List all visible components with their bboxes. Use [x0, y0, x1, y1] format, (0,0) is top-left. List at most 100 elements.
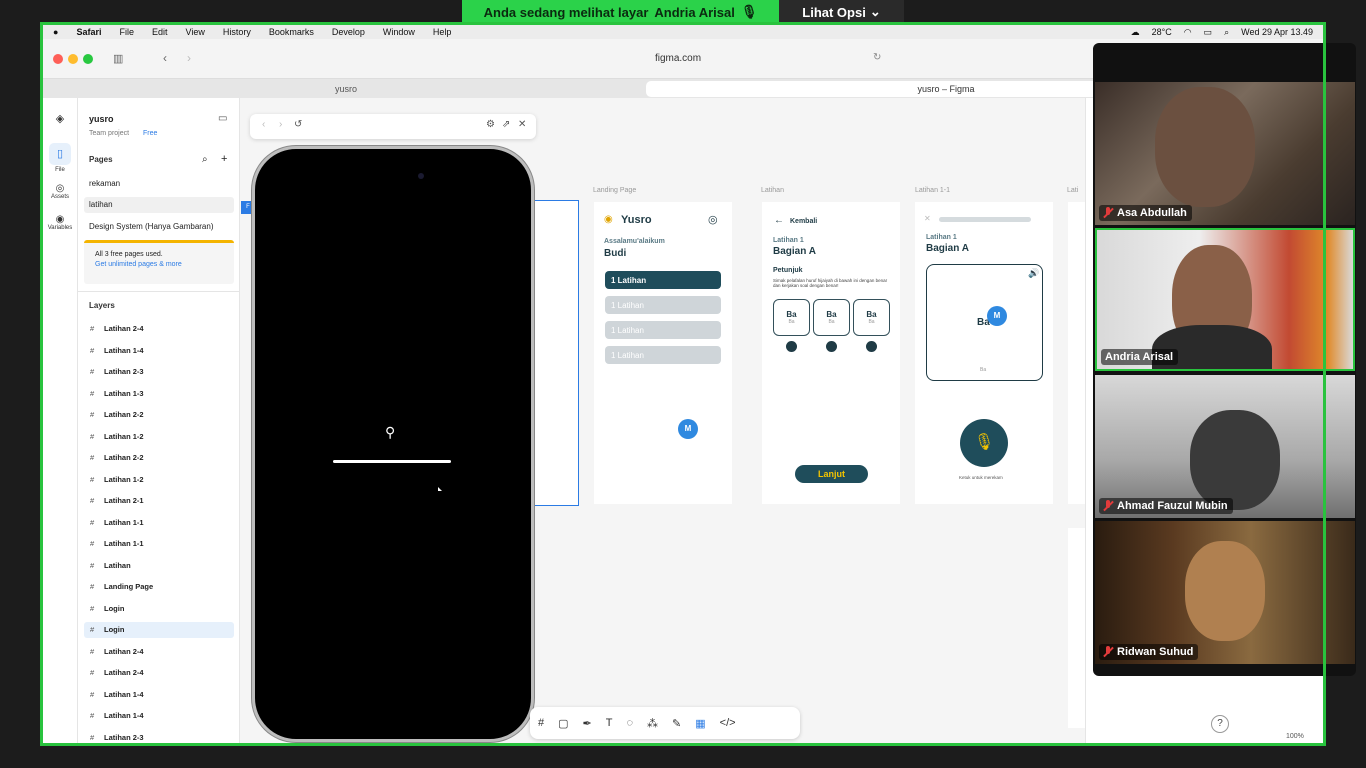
layer-item[interactable]: Latihan 1-4	[84, 708, 234, 724]
menu-help[interactable]: Help	[433, 27, 452, 37]
minimize-window-button[interactable]	[68, 54, 78, 64]
page-rekaman[interactable]: rekaman	[84, 176, 234, 192]
latihan-button-1[interactable]: 1 Latihan	[605, 271, 721, 289]
preview-back-icon[interactable]: ‹	[262, 119, 265, 130]
latihan-1-1-frame[interactable]: ✕ Latihan 1 Bagian A 🔊 Ba Ba M 🎙 Ketuk u…	[915, 202, 1053, 504]
play-icon[interactable]	[786, 341, 797, 352]
layer-item[interactable]: Latihan 2-4	[84, 665, 234, 681]
open-external-icon[interactable]: ⇗	[502, 119, 510, 130]
search-pages-icon[interactable]: ⌕	[202, 154, 208, 165]
back-arrow-icon[interactable]: ←	[774, 215, 784, 226]
ba-card-3[interactable]: Ba Ba	[853, 299, 890, 336]
dev-mode-icon[interactable]: </>	[720, 717, 736, 729]
layer-item[interactable]: Latihan	[84, 558, 234, 574]
page-latihan[interactable]: latihan	[84, 197, 234, 213]
settings-icon[interactable]: ⚙	[486, 119, 495, 130]
partial-frame[interactable]	[1068, 202, 1085, 504]
plan-badge[interactable]: Free	[143, 130, 157, 137]
variables-icon[interactable]: ◉	[43, 214, 77, 225]
layer-item[interactable]: Latihan 1-4	[84, 687, 234, 703]
components-icon[interactable]: ⁂	[647, 717, 658, 730]
menu-develop[interactable]: Develop	[332, 27, 365, 37]
close-preview-icon[interactable]: ✕	[518, 119, 526, 130]
profile-icon[interactable]: ◎	[708, 213, 718, 226]
figma-logo-icon[interactable]: ◈	[43, 112, 77, 125]
latihan-frame[interactable]: ← Kembali Latihan 1 Bagian A Petunjuk Si…	[762, 202, 900, 504]
text-tool-icon[interactable]: T	[606, 717, 613, 729]
add-page-icon[interactable]: +	[221, 153, 227, 165]
page-design-system[interactable]: Design System (Hanya Gambaran)	[84, 219, 234, 235]
assets-icon[interactable]: ◎	[43, 183, 77, 194]
layer-item[interactable]: Latihan 1-2	[84, 472, 234, 488]
menu-window[interactable]: Window	[383, 27, 415, 37]
upsell-link[interactable]: Get unlimited pages & more	[95, 261, 234, 268]
battery-icon[interactable]: ▭	[1204, 27, 1213, 38]
layer-item[interactable]: Landing Page	[84, 579, 234, 595]
layer-item[interactable]: Latihan 1-1	[84, 515, 234, 531]
design-mode-icon[interactable]: ▦	[695, 717, 705, 730]
layer-item[interactable]: Latihan 1-1	[84, 536, 234, 552]
latihan-button-2[interactable]: 1 Latihan	[605, 296, 721, 314]
layer-item[interactable]: Latihan 2-3	[84, 364, 234, 380]
video-tile-ahmad[interactable]: Ahmad Fauzul Mubin	[1095, 375, 1355, 518]
search-icon[interactable]: ⌕	[1224, 27, 1229, 38]
video-tile-andria[interactable]: Andria Arisal	[1095, 228, 1355, 371]
landing-page-frame[interactable]: ◉ Yusro ◎ Assalamu'alaikum Budi 1 Latiha…	[594, 202, 732, 504]
ba-card-1[interactable]: Ba Ba	[773, 299, 810, 336]
ba-card-2[interactable]: Ba Ba	[813, 299, 850, 336]
menu-view[interactable]: View	[185, 27, 204, 37]
video-tile-asa[interactable]: Asa Abdullah	[1095, 82, 1355, 225]
layer-item[interactable]: Login	[84, 622, 234, 638]
file-icon[interactable]: ▯	[49, 143, 71, 165]
help-button[interactable]: ?	[1211, 715, 1229, 733]
draw-mode-icon[interactable]: ✎	[672, 717, 681, 730]
menubar-app-name[interactable]: Safari	[76, 27, 101, 37]
restart-icon[interactable]: ↺	[294, 119, 302, 130]
weather-icon[interactable]: ☁	[1131, 27, 1140, 38]
back-label[interactable]: Kembali	[790, 218, 817, 225]
partial-frame-lower[interactable]	[1068, 528, 1085, 728]
menu-bookmarks[interactable]: Bookmarks	[269, 27, 314, 37]
address-bar[interactable]: figma.com	[313, 49, 1043, 69]
reload-icon[interactable]: ↻	[873, 52, 881, 63]
letter-card[interactable]: 🔊 Ba Ba	[926, 264, 1043, 381]
comment-tool-icon[interactable]: ◌	[626, 717, 633, 729]
layer-item[interactable]: Latihan 1-3	[84, 386, 234, 402]
menubar-clock[interactable]: Wed 29 Apr 13.49	[1241, 27, 1313, 37]
next-button[interactable]: Lanjut	[795, 465, 868, 483]
frame-tool-icon[interactable]: #	[538, 717, 544, 729]
speaker-icon[interactable]: 🔊	[1028, 268, 1039, 279]
close-window-button[interactable]	[53, 54, 63, 64]
collaborator-avatar[interactable]: M	[678, 419, 698, 439]
latihan-button-3[interactable]: 1 Latihan	[605, 321, 721, 339]
forward-icon[interactable]: ›	[187, 51, 191, 65]
preview-forward-icon[interactable]: ›	[279, 119, 282, 130]
sidebar-toggle-icon[interactable]: ▥	[113, 52, 123, 65]
apple-icon[interactable]: ●	[53, 27, 58, 37]
record-mic-button[interactable]: 🎙	[960, 419, 1008, 467]
pen-tool-icon[interactable]: ✒	[583, 717, 592, 730]
menu-history[interactable]: History	[223, 27, 251, 37]
panel-toggle-icon[interactable]: ▭	[218, 113, 227, 124]
wifi-icon[interactable]: ◠	[1184, 27, 1192, 38]
tab-yusro[interactable]: yusro	[48, 81, 644, 97]
phone-preview[interactable]: ⚲	[252, 146, 534, 742]
play-icon[interactable]	[826, 341, 837, 352]
layer-item[interactable]: Latihan 2-2	[84, 407, 234, 423]
layer-item[interactable]: Latihan 2-3	[84, 730, 234, 746]
layer-item[interactable]: Latihan 2-4	[84, 321, 234, 337]
play-icon[interactable]	[866, 341, 877, 352]
menu-edit[interactable]: Edit	[152, 27, 168, 37]
layer-item[interactable]: Latihan 1-4	[84, 343, 234, 359]
project-name[interactable]: yusro	[89, 114, 114, 124]
latihan-button-4[interactable]: 1 Latihan	[605, 346, 721, 364]
weather-temp[interactable]: 28°C	[1152, 27, 1172, 37]
video-tile-ridwan[interactable]: Ridwan Suhud	[1095, 521, 1355, 664]
layer-item[interactable]: Latihan 2-4	[84, 644, 234, 660]
zoom-level[interactable]: 100%	[1286, 733, 1304, 740]
layer-item[interactable]: Latihan 2-2	[84, 450, 234, 466]
zoom-window-button[interactable]	[83, 54, 93, 64]
close-icon[interactable]: ✕	[924, 214, 931, 223]
view-options-button[interactable]: Lihat Opsi ⌄	[779, 0, 904, 24]
back-icon[interactable]: ‹	[163, 51, 167, 65]
